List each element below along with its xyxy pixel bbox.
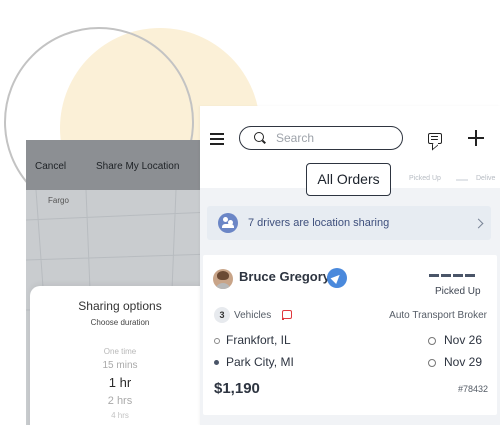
vehicle-count: 3 [214,307,230,323]
duration-option-selected[interactable]: 1 hr [30,375,210,390]
all-orders-tooltip[interactable]: All Orders [306,163,391,196]
order-card[interactable]: Bruce Gregory Picked Up 3 Vehicles Auto … [203,255,497,415]
share-title: Share My Location [96,161,180,172]
map-city-label: Fargo [48,196,69,205]
plus-icon[interactable] [468,130,484,146]
duration-option[interactable]: 15 mins [30,360,210,371]
orders-app: Search Picked Up Delive 7 drivers are lo… [200,106,500,425]
status-progress [429,274,484,284]
sheet-subtitle: Choose duration [90,318,150,327]
order-number: #78432 [457,384,488,394]
duration-option[interactable]: 4 hrs [30,411,210,420]
avatar [213,269,233,289]
cancel-button[interactable]: Cancel [35,161,66,172]
search-input[interactable]: Search [239,126,403,150]
origin-city: Frankfort, IL [226,333,291,347]
destination-city: Park City, MI [226,355,294,369]
driver-name: Bruce Gregory [239,269,331,284]
pickup-date: Nov 26 [444,333,483,347]
menu-icon[interactable] [210,133,224,145]
location-arrow-icon[interactable] [327,268,347,288]
order-price: $1,190 [214,380,260,397]
tab-indicator [456,179,468,181]
chevron-right-icon [473,218,484,229]
check-circle-icon [428,359,436,367]
tab-picked-up[interactable]: Picked Up [409,175,441,182]
order-status: Picked Up [435,286,481,297]
destination-dot [214,360,219,365]
drivers-icon [218,213,238,233]
broker-name: Auto Transport Broker [389,310,487,321]
search-icon [254,132,264,142]
search-placeholder: Search [276,131,315,145]
delivery-date: Nov 29 [444,355,483,369]
sharing-options-sheet: Sharing options Choose duration One time… [30,286,210,425]
stage: Cancel Share My Location Fargo Sharing o… [0,0,500,425]
location-sharing-banner[interactable]: 7 drivers are location sharing [207,206,491,240]
chat-icon[interactable] [428,133,442,144]
clock-icon [428,337,436,345]
vehicles-label: Vehicles [234,310,272,321]
duration-option[interactable]: 2 hrs [30,395,210,407]
origin-dot [214,338,220,344]
duration-option[interactable]: One time [30,347,210,356]
orders-list: 7 drivers are location sharing Bruce Gre… [200,188,500,425]
tab-delivered[interactable]: Delive [476,175,495,182]
sheet-title: Sharing options [78,299,162,313]
truck-icon [282,310,292,320]
share-header: Cancel Share My Location [26,140,212,190]
banner-text: 7 drivers are location sharing [248,217,390,229]
